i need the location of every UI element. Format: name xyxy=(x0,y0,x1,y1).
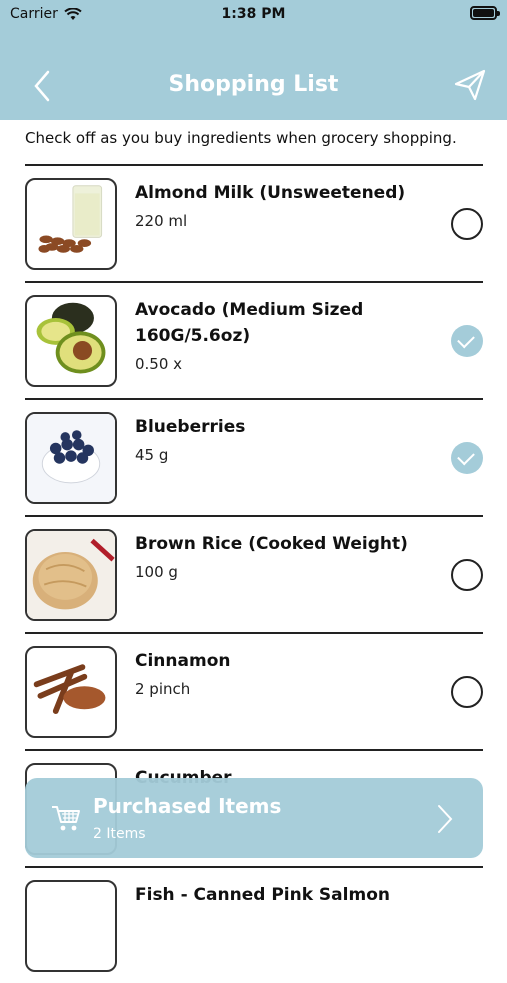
checkbox-unchecked[interactable] xyxy=(451,559,483,591)
almond-milk-photo xyxy=(25,178,117,270)
item-name: Avocado (Medium Sized 160G/5.6oz) xyxy=(135,300,364,346)
list-item: Blueberries 45 g xyxy=(25,398,483,515)
purchased-items-title: Purchased Items xyxy=(93,794,282,818)
item-name: Cinnamon xyxy=(135,651,231,671)
item-quantity: 45 g xyxy=(135,446,169,464)
avocado-photo xyxy=(25,295,117,387)
send-paper-plane-icon[interactable] xyxy=(453,68,487,102)
checkbox-checked[interactable] xyxy=(451,442,483,474)
checkbox-checked[interactable] xyxy=(451,325,483,357)
item-quantity: 100 g xyxy=(135,563,178,581)
item-quantity: 220 ml xyxy=(135,212,188,230)
item-quantity: 2 pinch xyxy=(135,680,191,698)
status-time: 1:38 PM xyxy=(221,6,286,22)
blueberries-photo xyxy=(25,412,117,504)
item-name: Fish - Canned Pink Salmon xyxy=(135,885,390,905)
list-item: Cinnamon 2 pinch xyxy=(25,632,483,749)
item-name: Brown Rice (Cooked Weight) xyxy=(135,534,408,554)
status-bar: Carrier 1:38 PM xyxy=(0,0,507,28)
list-item: Avocado (Medium Sized 160G/5.6oz) 0.50 x xyxy=(25,281,483,398)
cinnamon-photo xyxy=(25,646,117,738)
checkbox-unchecked[interactable] xyxy=(451,676,483,708)
nav-bar: Shopping List xyxy=(0,60,507,110)
list-item: Almond Milk (Unsweetened) 220 ml xyxy=(25,164,483,281)
battery-icon xyxy=(470,6,500,20)
ingredient-list: Almond Milk (Unsweetened) 220 ml Avocado… xyxy=(25,164,483,983)
item-name: Almond Milk (Unsweetened) xyxy=(135,183,406,203)
checkbox-unchecked[interactable] xyxy=(451,208,483,240)
header-bar: Carrier 1:38 PM Shopping List xyxy=(0,0,507,120)
list-item: Fish - Canned Pink Salmon xyxy=(25,866,483,983)
purchased-items-count: 2 Items xyxy=(93,826,146,842)
list-item: Brown Rice (Cooked Weight) 100 g xyxy=(25,515,483,632)
chevron-right-icon xyxy=(438,805,453,833)
shopping-cart-icon xyxy=(52,806,80,831)
instruction-text: Check off as you buy ingredients when gr… xyxy=(25,129,457,147)
item-quantity: 0.50 x xyxy=(135,355,183,373)
page-title: Shopping List xyxy=(168,72,339,97)
item-name: Blueberries xyxy=(135,417,246,437)
purchased-items-button[interactable]: Purchased Items 2 Items xyxy=(25,778,483,858)
brown-rice-photo xyxy=(25,529,117,621)
salmon-photo xyxy=(25,880,117,972)
